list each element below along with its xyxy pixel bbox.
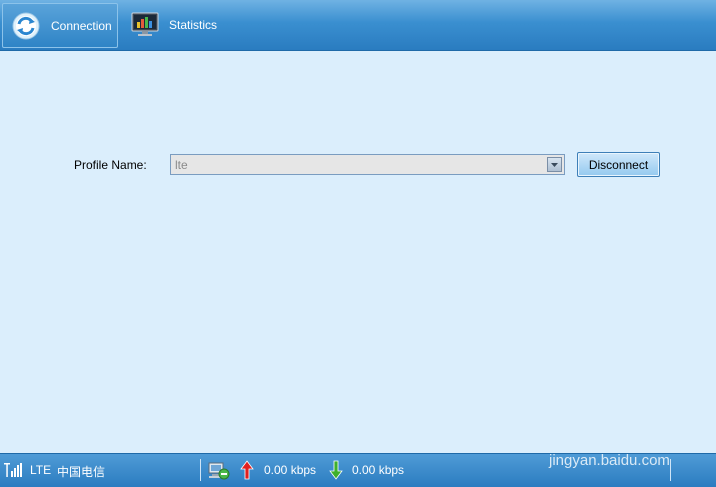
profile-name-label: Profile Name: <box>74 158 147 172</box>
signal-strength-icon <box>4 463 22 477</box>
connection-panel: Profile Name: lte Disconnect <box>0 52 716 453</box>
network-type: LTE <box>30 463 52 477</box>
carrier-name: 中国电信 <box>57 465 106 479</box>
upload-rate: 0.00 kbps <box>264 463 317 477</box>
connection-refresh-icon <box>12 12 40 40</box>
profile-name-select[interactable]: lte <box>170 154 565 175</box>
tab-statistics-label: Statistics <box>169 18 218 32</box>
tab-connection-label: Connection <box>51 19 112 33</box>
download-arrow-icon <box>329 460 343 480</box>
dropdown-arrow-button[interactable] <box>547 157 562 172</box>
download-rate: 0.00 kbps <box>352 463 405 477</box>
profile-name-value: lte <box>175 158 188 172</box>
monitor-chart-icon <box>131 12 159 36</box>
chevron-down-icon <box>551 163 558 167</box>
status-divider-right <box>670 459 671 481</box>
disconnect-button[interactable]: Disconnect <box>577 152 660 177</box>
top-toolbar: Connection Statistics <box>0 0 716 51</box>
status-divider <box>200 459 201 481</box>
tab-statistics[interactable]: Statistics <box>124 3 234 48</box>
watermark-url: jingyan.baidu.com <box>549 452 670 469</box>
connected-computer-icon <box>208 462 230 480</box>
upload-arrow-icon <box>240 460 254 480</box>
tab-connection[interactable]: Connection <box>2 3 118 48</box>
